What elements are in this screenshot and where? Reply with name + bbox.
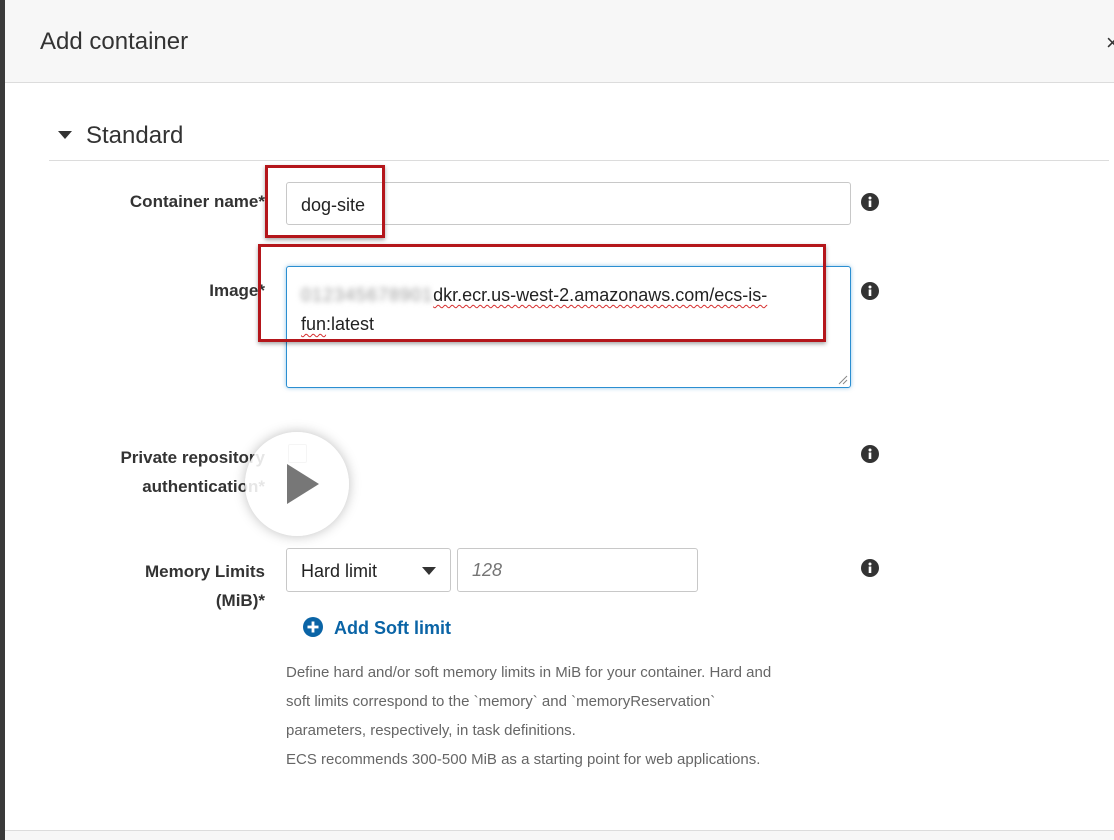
info-icon[interactable] (861, 193, 879, 211)
caret-down-icon (58, 131, 72, 139)
modal-header: Add container × (5, 0, 1114, 83)
image-label: Image* (209, 281, 265, 300)
modal-footer-divider (5, 830, 1114, 840)
add-soft-limit-button[interactable]: Add Soft limit (303, 617, 451, 641)
help-line: Define hard and/or soft memory limits in… (286, 664, 772, 681)
hard-limit-select[interactable]: Hard limit (286, 548, 451, 592)
info-icon[interactable] (861, 282, 879, 300)
help-line: ECS recommends 300-500 MiB as a starting… (286, 751, 761, 768)
play-icon (287, 464, 319, 504)
highlight-box-image (258, 244, 826, 342)
section-title: Standard (86, 122, 184, 149)
resize-handle-icon[interactable] (838, 375, 848, 385)
memory-label-line2: (MiB)* (215, 591, 265, 610)
help-line: soft limits correspond to the `memory` a… (286, 693, 716, 710)
memory-label-line1: Memory Limits (145, 562, 265, 581)
plus-circle-icon (303, 617, 323, 637)
private-repo-label: Private repository authentication* (65, 443, 265, 501)
section-standard-toggle[interactable]: Standard (49, 118, 1109, 161)
memory-limit-input[interactable] (457, 548, 698, 592)
modal-title: Add container (40, 28, 189, 55)
chevron-down-icon (422, 567, 436, 575)
close-icon[interactable]: × (1106, 30, 1114, 56)
video-play-button[interactable] (245, 432, 349, 536)
private-repo-label-line1: Private repository (120, 448, 265, 467)
memory-help-text: Define hard and/or soft memory limits in… (286, 658, 846, 774)
add-soft-limit-label: Add Soft limit (334, 618, 451, 638)
hard-limit-select-value: Hard limit (301, 561, 378, 581)
help-line: parameters, respectively, in task defini… (286, 722, 576, 739)
info-icon[interactable] (861, 445, 879, 463)
info-icon[interactable] (861, 559, 879, 577)
add-container-modal: Add container × Standard Container name*… (5, 0, 1114, 840)
memory-limits-label: Memory Limits (MiB)* (65, 557, 265, 615)
container-name-label: Container name* (129, 192, 265, 211)
highlight-box-container-name (265, 165, 385, 238)
